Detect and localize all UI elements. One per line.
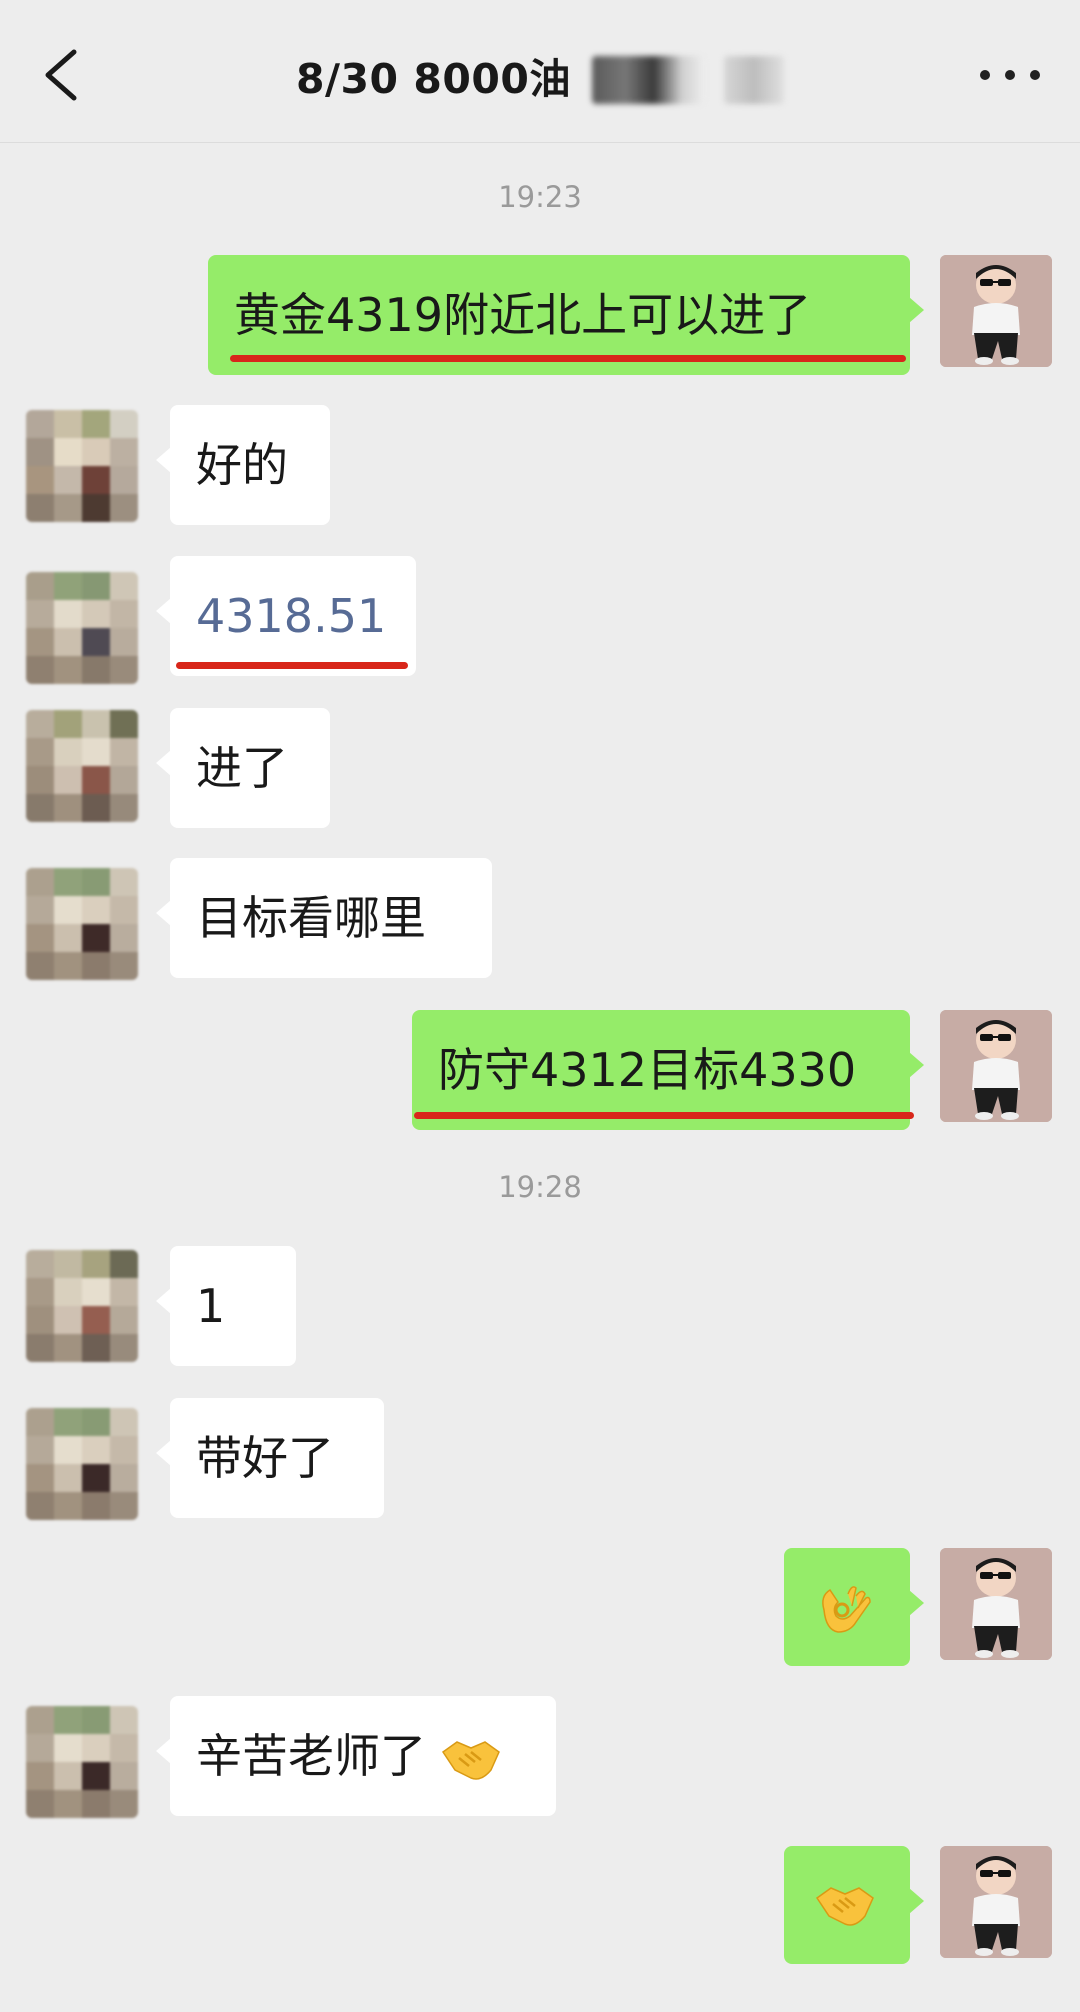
message-link-text[interactable]: 4318.51 xyxy=(196,589,386,643)
cartoon-avatar-icon xyxy=(940,255,1052,367)
timestamp: 19:28 xyxy=(498,1170,582,1204)
incoming-message[interactable]: 进了 xyxy=(156,708,330,828)
red-underline-annotation xyxy=(176,662,408,669)
message-text: 进了 xyxy=(196,741,288,795)
contact-avatar[interactable] xyxy=(26,572,138,684)
incoming-message[interactable]: 带好了 xyxy=(156,1398,384,1518)
incoming-message[interactable]: 好的 xyxy=(156,405,330,525)
red-underline-annotation xyxy=(414,1112,914,1119)
cartoon-avatar-icon xyxy=(940,1846,1052,1958)
title-blurred-name-2 xyxy=(724,56,784,104)
cartoon-avatar-icon xyxy=(940,1548,1052,1660)
incoming-message[interactable]: 目标看哪里 xyxy=(156,858,492,978)
contact-avatar[interactable] xyxy=(26,868,138,980)
contact-avatar[interactable] xyxy=(26,1250,138,1362)
message-text: 防守4312目标4330 xyxy=(438,1043,857,1097)
timestamp: 19:23 xyxy=(498,180,582,214)
chat-title: 8/30 8000油 xyxy=(296,55,571,103)
contact-avatar[interactable] xyxy=(26,710,138,822)
incoming-message-link[interactable]: 4318.51 xyxy=(156,556,416,676)
handshake-emoji-icon xyxy=(815,1887,874,1926)
message-text: 黄金4319附近北上可以进了 xyxy=(234,288,812,342)
message-text: 目标看哪里 xyxy=(196,891,426,945)
message-text: 辛苦老师了 xyxy=(196,1729,426,1783)
back-chevron-icon[interactable] xyxy=(40,48,84,102)
title-blurred-name xyxy=(592,56,704,104)
my-avatar[interactable] xyxy=(940,1010,1052,1122)
message-text: 带好了 xyxy=(196,1431,334,1485)
message-text: 1 xyxy=(196,1279,226,1333)
incoming-message[interactable]: 1 xyxy=(156,1246,296,1366)
contact-avatar[interactable] xyxy=(26,1408,138,1520)
outgoing-emoji-message[interactable] xyxy=(784,1846,924,1964)
outgoing-emoji-message[interactable] xyxy=(784,1548,924,1666)
handshake-emoji-icon xyxy=(441,1740,500,1780)
message-text: 好的 xyxy=(196,438,288,492)
incoming-message[interactable]: 辛苦老师了 xyxy=(156,1696,556,1816)
ok-hand-emoji-icon xyxy=(822,1586,871,1633)
cartoon-avatar-icon xyxy=(940,1010,1052,1122)
my-avatar[interactable] xyxy=(940,1548,1052,1660)
contact-avatar[interactable] xyxy=(26,410,138,522)
red-underline-annotation xyxy=(230,355,906,362)
my-avatar[interactable] xyxy=(940,255,1052,367)
my-avatar[interactable] xyxy=(940,1846,1052,1958)
contact-avatar[interactable] xyxy=(26,1706,138,1818)
more-options-icon[interactable] xyxy=(980,66,1040,86)
chat-header: 8/30 8000油 xyxy=(0,0,1080,143)
